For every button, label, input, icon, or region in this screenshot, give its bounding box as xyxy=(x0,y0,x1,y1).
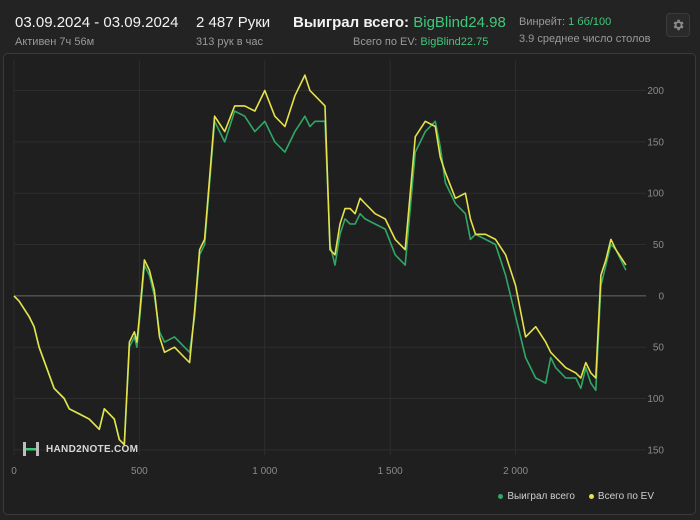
series-line-ev xyxy=(13,74,627,446)
x-tick-label: 1 000 xyxy=(252,466,277,477)
logo-text: HAND2NOTE.COM xyxy=(46,443,139,455)
series-line-won xyxy=(13,110,627,446)
y-tick-label: 100 xyxy=(647,189,664,200)
legend-label-won: Выиграл всего xyxy=(507,491,575,502)
y-tick-label: 150 xyxy=(647,137,664,148)
x-tick-label: 1 500 xyxy=(378,466,403,477)
h2n-logo-icon xyxy=(23,442,39,456)
legend-item-won[interactable]: Выиграл всего xyxy=(498,491,575,502)
y-tick-label: 150 xyxy=(647,445,664,456)
x-tick-label: 0 xyxy=(11,466,17,477)
y-tick-label: 200 xyxy=(647,86,664,97)
chart-legend: Выиграл всего Всего по EV xyxy=(498,491,654,502)
legend-dot-won xyxy=(498,494,504,499)
x-tick-label: 500 xyxy=(131,466,148,477)
y-tick-label: 100 xyxy=(647,394,664,405)
x-tick-label: 2 000 xyxy=(503,466,528,477)
y-tick-label: 50 xyxy=(653,343,665,354)
legend-label-ev: Всего по EV xyxy=(597,491,654,502)
logo: HAND2NOTE.COM xyxy=(22,440,138,458)
y-tick-label: 50 xyxy=(653,240,665,251)
legend-dot-ev xyxy=(588,494,594,499)
y-tick-label: 0 xyxy=(658,291,664,302)
legend-item-ev[interactable]: Всего по EV xyxy=(588,491,654,502)
